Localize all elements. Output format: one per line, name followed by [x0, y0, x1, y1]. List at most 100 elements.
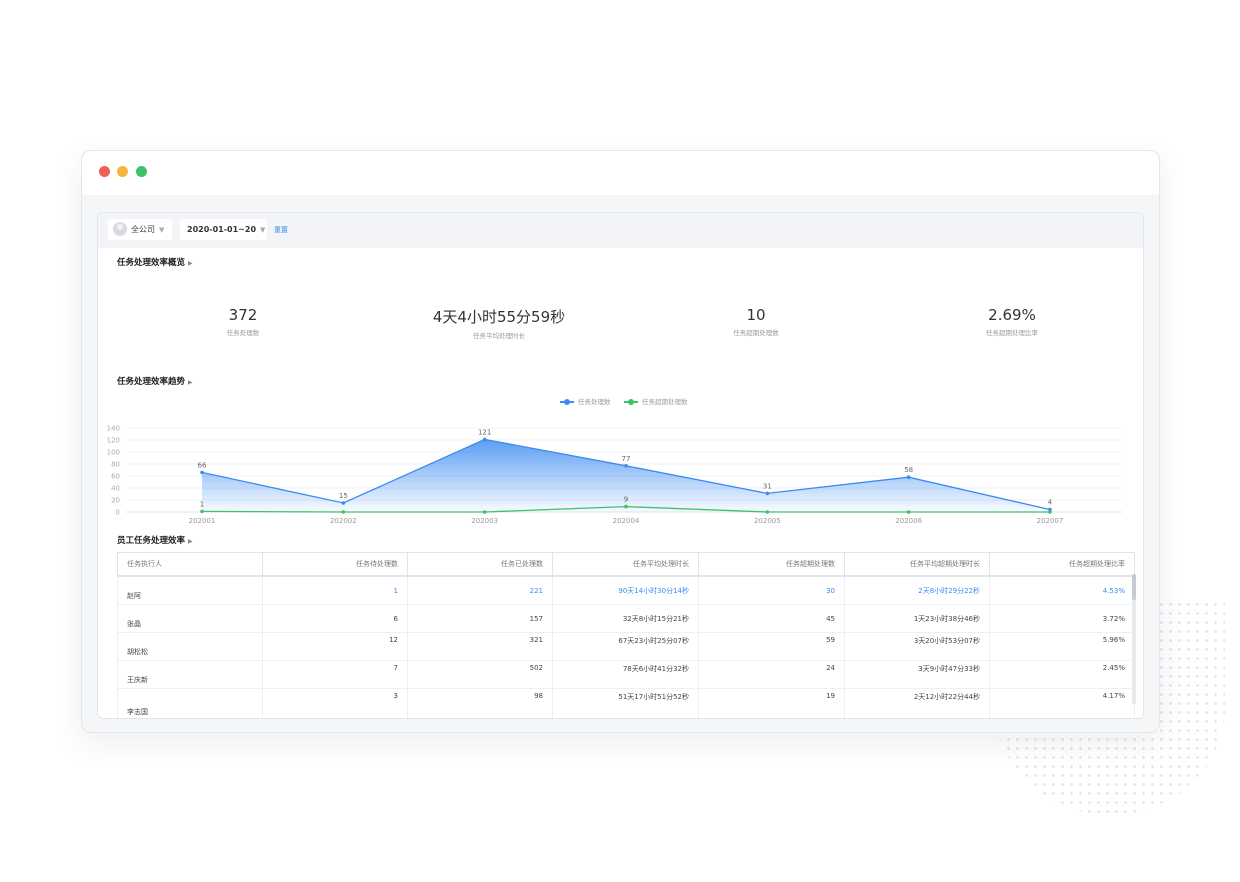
data-label: 121: [478, 428, 491, 436]
data-label: 66: [198, 461, 207, 469]
dashboard-panel: 全公司 ▼ 2020-01-01~20 ▼ 重置 任务处理效率概览 ▶ 372 任务处…: [97, 212, 1144, 719]
table-scrollbar[interactable]: [1132, 574, 1136, 704]
table-cell: 3天9小时47分33秒: [844, 660, 990, 689]
kpi-label: 任务平均处理时长: [473, 332, 525, 340]
company-select[interactable]: 全公司 ▼: [108, 219, 172, 240]
data-label: 4: [1048, 499, 1053, 507]
table-cell: 78天6小时41分32秒: [552, 660, 699, 689]
user-avatar-icon: [113, 222, 127, 236]
table-cell: 4.17%: [989, 688, 1135, 718]
data-point: [341, 510, 346, 514]
y-tick-label: 100: [107, 449, 120, 457]
y-tick-label: 0: [116, 509, 120, 517]
x-tick-label: 202004: [613, 517, 640, 525]
table-cell: 2.45%: [989, 660, 1135, 689]
data-point: [482, 437, 487, 442]
data-point: [765, 510, 770, 514]
table-cell: 2天8小时29分22秒: [844, 575, 990, 605]
table-cell: 3.72%: [989, 604, 1135, 633]
x-tick-label: 202006: [895, 517, 922, 525]
column-header[interactable]: 任务已处理数: [407, 552, 553, 577]
chevron-down-icon: ▼: [159, 226, 165, 234]
table-cell: 5.96%: [989, 632, 1135, 661]
data-label: 1: [200, 500, 204, 508]
column-header[interactable]: 任务超期处理比率: [989, 552, 1135, 577]
table-cell: 胡松松: [117, 632, 263, 661]
table-cell: 221: [407, 575, 553, 605]
table-row[interactable]: 王庆新 7 502 78天6小时41分32秒 24 3天9小时47分33秒 2.…: [117, 660, 1135, 689]
y-tick-label: 80: [111, 461, 120, 469]
employee-section-title[interactable]: 员工任务处理效率 ▶: [117, 534, 193, 546]
table-cell: 30: [698, 575, 845, 605]
table-cell: 90天14小时30分14秒: [552, 575, 699, 605]
x-tick-label: 202007: [1037, 517, 1064, 525]
scrollbar-thumb[interactable]: [1132, 574, 1136, 600]
data-point: [906, 510, 911, 514]
close-window-button[interactable]: [99, 166, 110, 177]
table-row[interactable]: 赵阿 1 221 90天14小时30分14秒 30 2天8小时29分22秒 4.…: [117, 575, 1135, 605]
trend-section-title[interactable]: 任务处理效率趋势 ▶: [117, 375, 193, 387]
column-header[interactable]: 任务执行人: [117, 552, 263, 577]
table-cell: 12: [262, 632, 408, 661]
data-label: 77: [622, 455, 631, 463]
y-tick-label: 40: [111, 485, 120, 493]
minimize-window-button[interactable]: [117, 166, 128, 177]
y-tick-label: 120: [107, 437, 120, 445]
x-tick-label: 202002: [330, 517, 357, 525]
column-header[interactable]: 任务平均超期处理时长: [844, 552, 990, 577]
table-cell: 98: [407, 688, 553, 718]
table-row[interactable]: 张晶 6 157 32天8小时15分21秒 45 1天23小时38分46秒 3.…: [117, 604, 1135, 633]
table-cell: 3: [262, 688, 408, 718]
table-cell: 157: [407, 604, 553, 633]
filter-bar: 全公司 ▼ 2020-01-01~20 ▼ 重置: [98, 213, 1143, 248]
table-row[interactable]: 李志国 3 98 51天17小时51分52秒 19 2天12小时22分44秒 4…: [117, 688, 1135, 718]
overview-section-title[interactable]: 任务处理效率概览 ▶: [117, 256, 193, 268]
maximize-window-button[interactable]: [136, 166, 147, 177]
data-label: 15: [339, 492, 348, 500]
table-cell: 67天23小时25分07秒: [552, 632, 699, 661]
table-cell: 51天17小时51分52秒: [552, 688, 699, 718]
data-label: 58: [904, 466, 913, 474]
data-point: [624, 504, 628, 509]
kpi-label: 任务超期处理比率: [986, 329, 1038, 337]
kpi-value: 10: [746, 306, 766, 324]
chevron-down-icon: ▼: [260, 226, 266, 234]
data-point: [482, 510, 487, 514]
table-cell: 59: [698, 632, 845, 661]
table-cell: 1: [262, 575, 408, 605]
kpi-value: 372: [228, 306, 258, 324]
table-cell: 李志国: [117, 688, 263, 718]
table-cell: 3天20小时53分07秒: [844, 632, 990, 661]
table-cell: 321: [407, 632, 553, 661]
y-tick-label: 20: [111, 497, 120, 505]
y-tick-label: 140: [107, 425, 120, 433]
data-point: [624, 464, 628, 468]
table-cell: 32天8小时15分21秒: [552, 604, 699, 633]
data-point: [906, 475, 911, 479]
table-row[interactable]: 胡松松 12 321 67天23小时25分07秒 59 3天20小时53分07秒…: [117, 632, 1135, 661]
kpi-value: 4天4小时55分59秒: [432, 308, 566, 326]
data-point: [200, 509, 204, 514]
date-range-select[interactable]: 2020-01-01~20 ▼: [180, 219, 267, 240]
x-tick-label: 202001: [189, 517, 216, 525]
caret-right-icon: ▶: [188, 260, 193, 267]
kpi-processed-count: 372 任务处理数: [133, 306, 353, 337]
kpi-value: 2.69%: [988, 306, 1036, 324]
column-header[interactable]: 任务待处理数: [262, 552, 408, 577]
company-select-value: 全公司: [131, 225, 155, 234]
kpi-label: 任务超期处理数: [733, 329, 779, 337]
table-header-row: 任务执行人 任务待处理数 任务已处理数 任务平均处理时长 任务超期处理数 任务平…: [117, 552, 1135, 577]
caret-right-icon: ▶: [188, 538, 193, 545]
x-tick-label: 202003: [471, 517, 498, 525]
kpi-overdue-rate: 2.69% 任务超期处理比率: [902, 306, 1122, 337]
reset-link[interactable]: 重置: [274, 225, 288, 235]
column-header[interactable]: 任务平均处理时长: [552, 552, 699, 577]
data-point: [1048, 510, 1052, 514]
column-header[interactable]: 任务超期处理数: [698, 552, 845, 577]
kpi-label: 任务处理数: [226, 329, 260, 337]
table-cell: 24: [698, 660, 845, 689]
kpi-overdue-count: 10 任务超期处理数: [646, 306, 866, 337]
table-cell: 4.53%: [989, 575, 1135, 605]
table-cell: 45: [698, 604, 845, 633]
employee-efficiency-table: 任务执行人 任务待处理数 任务已处理数 任务平均处理时长 任务超期处理数 任务平…: [117, 552, 1135, 718]
